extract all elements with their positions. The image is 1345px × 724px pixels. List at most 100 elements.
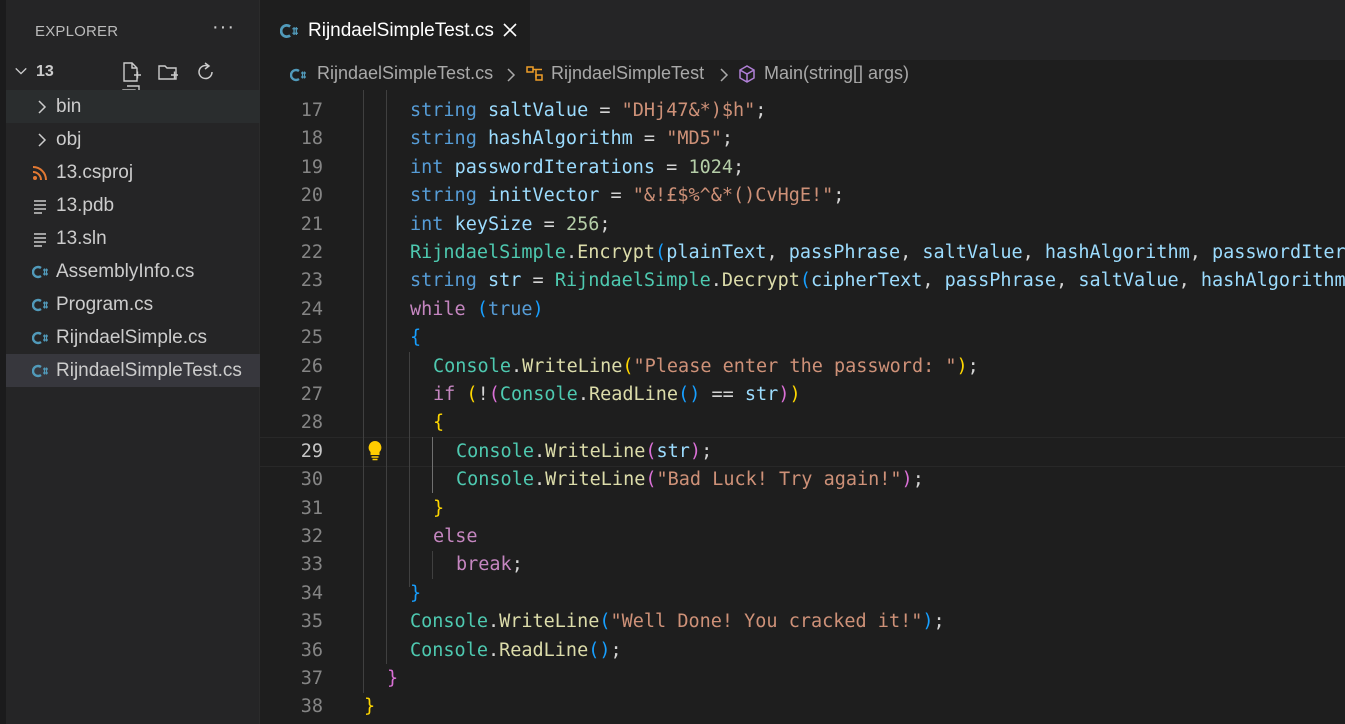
tab-rijndaelsimpletest[interactable]: RijndaelSimpleTest.cs: [260, 0, 530, 61]
code-line[interactable]: 35 Console.WriteLine("Well Done! You crac…: [260, 608, 1345, 636]
code-line[interactable]: 20 string initVector = "&!£$%^&*()CvHgE!"…: [260, 182, 1345, 210]
close-icon[interactable]: [502, 22, 518, 38]
code-line[interactable]: 26 Console.WriteLine("Please enter the pa…: [260, 353, 1345, 381]
tree-item-label: bin: [56, 96, 82, 117]
code-token: ): [956, 355, 968, 377]
code-line[interactable]: 33 break;: [260, 551, 1345, 579]
code-text: string hashAlgorithm = "MD5";: [410, 125, 733, 153]
code-token: passwordIterations: [454, 156, 656, 178]
line-number: 38: [300, 696, 323, 718]
class-icon: [526, 66, 543, 81]
code-line[interactable]: 17 string saltValue = "DHj47&*)$h";: [260, 97, 1345, 125]
code-token: ;: [701, 440, 713, 462]
breadcrumb-class[interactable]: RijndaelSimpleTest: [551, 63, 704, 84]
code-token: .: [510, 355, 523, 377]
tree-item-bin[interactable]: bin: [6, 90, 260, 123]
code-token: ;: [833, 185, 845, 207]
breadcrumb-method[interactable]: Main(string[] args): [764, 63, 909, 84]
code-token: Encrypt: [577, 242, 656, 263]
tree-item-pdb[interactable]: 13.pdb: [6, 189, 260, 222]
tree-item-label: 13.sln: [56, 228, 107, 249]
code-line[interactable]: 19 int passwordIterations = 1024;: [260, 154, 1345, 182]
code-editor[interactable]: 17 string saltValue = "DHj47&*)$h"; 18 stri…: [260, 90, 1345, 724]
code-token: ;: [755, 100, 767, 121]
csharp-icon: [32, 265, 48, 279]
tab-bar: RijndaelSimpleTest.cs: [260, 0, 1345, 61]
breadcrumb-file[interactable]: RijndaelSimpleTest.cs: [317, 63, 493, 84]
code-line[interactable]: 25 {: [260, 324, 1345, 352]
more-actions-icon[interactable]: ···: [212, 16, 235, 39]
code-line[interactable]: 24 while (true): [260, 296, 1345, 324]
code-token: }: [433, 497, 445, 519]
code-token: ,: [1178, 270, 1201, 292]
code-token: =: [632, 128, 667, 150]
line-number: 33: [300, 554, 323, 576]
code-token: (: [488, 384, 500, 405]
code-token: ,: [922, 270, 945, 292]
code-line[interactable]: 36 Console.ReadLine();: [260, 637, 1345, 665]
new-folder-icon[interactable]: [157, 61, 179, 83]
tab-label: RijndaelSimpleTest.cs: [308, 20, 494, 41]
lines-icon: [34, 233, 46, 247]
code-token: plainText: [666, 242, 767, 263]
code-token: Console: [499, 384, 578, 405]
csharp-icon: [32, 298, 48, 312]
tree-item-csproj[interactable]: 13.csproj: [6, 156, 260, 189]
code-token: .: [577, 384, 589, 405]
code-line[interactable]: 32 else: [260, 523, 1345, 551]
code-line[interactable]: 31}: [260, 495, 1345, 523]
code-text: Console.WriteLine("Bad Luck! Try again!"…: [456, 466, 924, 494]
refresh-icon[interactable]: [195, 61, 217, 83]
tree-item-obj[interactable]: obj: [6, 123, 260, 156]
tree-item-rijndaelsimpletest[interactable]: RijndaelSimpleTest.cs: [6, 354, 260, 387]
code-token: (: [655, 242, 667, 263]
code-token: ;: [721, 128, 734, 150]
tree-item-label: AssemblyInfo.cs: [56, 261, 195, 282]
tree-item-sln[interactable]: 13.sln: [6, 222, 260, 255]
code-line[interactable]: 37}: [260, 665, 1345, 693]
code-token: "MD5": [666, 128, 722, 150]
line-number: 36: [300, 639, 323, 661]
code-line[interactable]: 18 string hashAlgorithm = "MD5";: [260, 125, 1345, 153]
code-text: int passwordIterations = 1024;: [410, 154, 744, 182]
tree-item-assemblyinfo[interactable]: AssemblyInfo.cs: [6, 255, 260, 288]
indent-guide: [363, 90, 364, 693]
code-token: RijndaelSimple: [410, 242, 566, 263]
code-token: ;: [933, 611, 945, 633]
line-number: 21: [300, 213, 323, 235]
folder-header[interactable]: 13: [6, 58, 260, 103]
chevron-right-icon: [38, 133, 47, 147]
code-text: }: [433, 495, 444, 523]
code-line[interactable]: 30 Console.WriteLine("Bad Luck! Try again…: [260, 466, 1345, 494]
code-text: Console.WriteLine("Well Done! You cracke…: [410, 608, 945, 636]
code-line[interactable]: 22 RijndaelSimple.Encrypt(plainText, pass…: [260, 239, 1345, 267]
code-text: }: [387, 665, 398, 693]
code-line[interactable]: 38}: [260, 693, 1345, 721]
code-token: Console: [410, 611, 488, 633]
explorer-title: EXPLORER: [35, 23, 119, 40]
code-token: ): [689, 440, 702, 462]
code-token: "Well Done! You cracked it!": [610, 611, 923, 633]
code-line[interactable]: 23 string str = RijndaelSimple.Decrypt(ci…: [260, 267, 1345, 295]
csharp-icon: [32, 331, 48, 345]
code-token: ): [901, 469, 913, 491]
code-token: RijndaelSimple: [554, 270, 711, 292]
code-line[interactable]: 27 if (!(Console.ReadLine() == str)): [260, 381, 1345, 409]
code-token: WriteLine: [499, 611, 600, 633]
tree-item-program[interactable]: Program.cs: [6, 288, 260, 321]
code-line[interactable]: 28 {: [260, 409, 1345, 437]
code-text: else: [433, 523, 478, 551]
code-line[interactable]: 34}: [260, 580, 1345, 608]
method-icon: [739, 65, 755, 83]
code-token: Console: [456, 440, 534, 462]
code-line[interactable]: 21 int keySize = 256;: [260, 211, 1345, 239]
code-token: str: [744, 384, 779, 405]
tree-item-label: RijndaelSimpleTest.cs: [56, 360, 242, 381]
csharp-icon: [290, 68, 306, 82]
code-token: WriteLine: [522, 355, 623, 377]
tree-item-rijndaelsimple[interactable]: RijndaelSimple.cs: [6, 321, 260, 354]
new-file-icon[interactable]: [120, 61, 142, 83]
code-text: while (true): [410, 296, 544, 324]
lightbulb-icon[interactable]: [364, 439, 386, 461]
code-line[interactable]: 29 Console.WriteLine(str);: [260, 436, 1345, 467]
